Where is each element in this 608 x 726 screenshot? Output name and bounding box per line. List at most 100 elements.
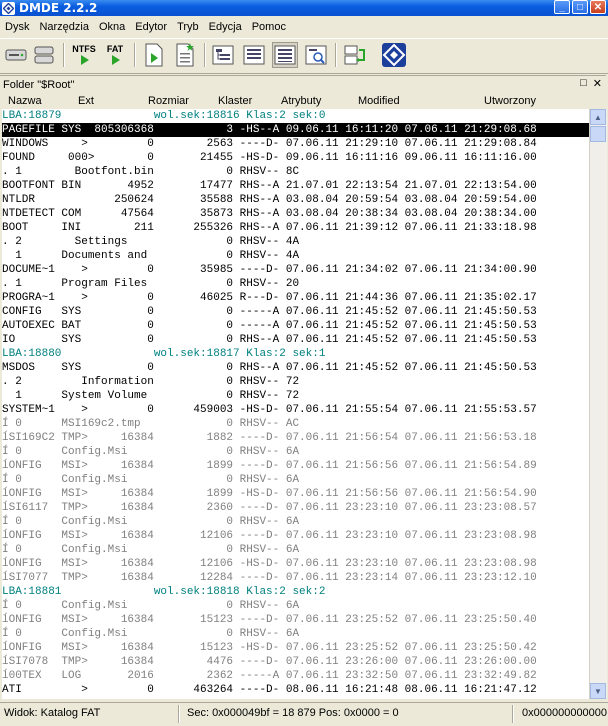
table-row[interactable]: ĺSI7078 TMP> 16384 4476 ----D- 07.06.11 … [2,655,589,669]
search-list-icon [305,45,327,65]
lba-header-row[interactable]: LBA:18881 wol.sek:18818 Klas:2 sek:2 [2,585,589,599]
fat-label: FAT [106,44,124,54]
document-play-icon [145,43,163,67]
table-row[interactable]: 1 Documents and 0 RHSV-- 4A [2,249,589,263]
column-header: Nazwa Ext Rozmiar Klaster Atrybuty Modif… [0,94,606,108]
table-row[interactable]: ĺONFIG MSI> 16384 15123 -HS-D- 07.06.11 … [2,641,589,655]
lba-header-row[interactable]: LBA:18879 wol.sek:18816 Klas:2 sek:0 [2,109,589,123]
new-document-button[interactable] [172,42,198,68]
col-name[interactable]: Nazwa [8,95,42,107]
vertical-scrollbar[interactable]: ▲ ▼ [589,109,607,699]
status-view: Widok: Katalog FAT [4,707,101,719]
status-bar: Widok: Katalog FAT Sec: 0x000049bf = 18 … [0,702,608,725]
close-pane-icon[interactable]: ✕ [593,77,602,90]
table-row[interactable]: ĺONFIG MSI> 16384 12106 ----D- 07.06.11 … [2,529,589,543]
col-attrs[interactable]: Atrybuty [281,95,321,107]
folder-title: Folder "$Root" [3,78,75,91]
table-row[interactable]: Í 0 Config.Msi 0 RHSV-- 6A [2,627,589,641]
play-icon [81,55,89,65]
table-row[interactable]: AUTOEXEC BAT 0 0 -----A 07.06.11 21:45:5… [2,319,589,333]
copy-files-icon [344,45,365,65]
table-row[interactable]: ĺSI169C2 TMP> 16384 1882 ----D- 07.06.11… [2,431,589,445]
document-star-icon [176,43,194,67]
fat-button[interactable]: FAT [102,42,128,68]
table-row[interactable]: ĺONFIG MSI> 16384 1899 -HS-D- 07.06.11 2… [2,487,589,501]
col-cluster[interactable]: Klaster [218,95,252,107]
table-row[interactable]: 1 System Volume 0 RHSV-- 72 [2,389,589,403]
table-row[interactable]: SYSTEM~1 > 0 459003 -HS-D- 07.06.11 21:5… [2,403,589,417]
table-row[interactable]: FOUND 000> 0 21455 -HS-D- 09.06.11 16:11… [2,151,589,165]
menu-edycja[interactable]: Edycja [204,21,247,33]
table-row[interactable]: Í 0 Config.Msi 0 RHSV-- 6A [2,543,589,557]
partitions-button[interactable] [32,42,56,68]
title-bar: DMDE 2.2.2 _ □ ✕ [0,0,608,16]
maximize-button[interactable]: □ [572,0,588,14]
table-row[interactable]: ĺSI6117 TMP> 16384 2360 ----D- 07.06.11 … [2,501,589,515]
table-row[interactable]: . 2 Settings 0 RHSV-- 4A [2,235,589,249]
table-row[interactable]: PAGEFILE SYS 805306368 3 -HS--A 09.06.11… [2,123,589,137]
folder-pane-header: Folder "$Root" □ ✕ [0,75,606,93]
scroll-up-icon[interactable]: ▲ [590,109,606,125]
close-button[interactable]: ✕ [590,0,606,14]
table-row[interactable]: Í 0 Config.Msi 0 RHSV-- 6A [2,473,589,487]
table-row[interactable]: PROGRA~1 > 0 46025 R---D- 07.06.11 21:44… [2,291,589,305]
drive-icon [5,49,27,61]
open-volume-button[interactable] [141,42,167,68]
dmde-logo-button[interactable] [380,42,408,68]
table-row[interactable]: ĺONFIG MSI> 16384 1899 ----D- 07.06.11 2… [2,459,589,473]
list-view-button[interactable] [241,42,267,68]
table-row[interactable]: . 2 Information 0 RHSV-- 72 [2,375,589,389]
copy-files-button[interactable] [342,42,368,68]
table-row[interactable]: MSDOS SYS 0 0 RHS--A 07.06.11 21:45:52 0… [2,361,589,375]
table-row[interactable]: WINDOWS > 0 2563 ----D- 07.06.11 21:29:1… [2,137,589,151]
table-row[interactable]: BOOT INI 211 255326 RHS--A 07.06.11 21:3… [2,221,589,235]
col-modified[interactable]: Modified [358,95,400,107]
table-row[interactable]: Í 0 Config.Msi 0 RHSV-- 6A [2,599,589,613]
table-row[interactable]: CONFIG SYS 0 0 -----A 07.06.11 21:45:52 … [2,305,589,319]
table-row[interactable]: ĺONFIG MSI> 16384 15123 ----D- 07.06.11 … [2,613,589,627]
table-row[interactable]: Í 0 Config.Msi 0 RHSV-- 6A [2,515,589,529]
partitions-icon [34,46,54,64]
restore-pane-icon[interactable]: □ [580,77,587,90]
table-row[interactable]: NTLDR 250624 35588 RHS--A 03.08.04 20:59… [2,193,589,207]
tree-view-button[interactable] [210,42,236,68]
drive-button[interactable] [4,42,28,68]
table-row[interactable]: ĺONFIG MSI> 16384 12106 -HS-D- 07.06.11 … [2,557,589,571]
list-view-icon [243,45,265,65]
table-row[interactable]: Í 0 MSI169c2.tmp 0 RHSV-- AC [2,417,589,431]
table-row[interactable]: . 1 Program Files 0 RHSV-- 20 [2,277,589,291]
col-size[interactable]: Rozmiar [148,95,189,107]
play-icon [112,55,120,65]
dmde-logo-icon [382,43,406,67]
table-row[interactable]: NTDETECT COM 47564 35873 RHS--A 03.08.04… [2,207,589,221]
scroll-down-icon[interactable]: ▼ [590,683,606,699]
table-row[interactable]: IO SYS 0 0 RHS--A 07.06.11 21:45:52 07.0… [2,333,589,347]
details-view-button[interactable] [272,42,298,68]
status-offset: 0x000000000000 [522,707,608,719]
toolbar: NTFS FAT [0,38,608,74]
table-row[interactable]: DOCUME~1 > 0 35985 ----D- 07.06.11 21:34… [2,263,589,277]
status-sector: Sec: 0x000049bf = 18 879 Pos: 0x0000 = 0 [187,707,399,719]
minimize-button[interactable]: _ [554,0,570,14]
table-row[interactable]: ATI > 0 463264 ----D- 08.06.11 16:21:48 … [2,683,589,697]
table-row[interactable]: Í 0 Config.Msi 0 RHSV-- 6A [2,445,589,459]
details-view-icon [274,45,296,65]
table-row[interactable]: BOOTFONT BIN 4952 17477 RHS--A 21.07.01 … [2,179,589,193]
col-ext[interactable]: Ext [78,95,94,107]
search-view-button[interactable] [303,42,329,68]
menu-okna[interactable]: Okna [94,21,130,33]
menu-edytor[interactable]: Edytor [130,21,172,33]
table-row[interactable]: . 1 Bootfont.bin 0 RHSV-- 8C [2,165,589,179]
menu-narzedzia[interactable]: Narzędzia [34,21,94,33]
menu-pomoc[interactable]: Pomoc [247,21,291,33]
file-list[interactable]: LBA:18879 wol.sek:18816 Klas:2 sek:0 PAGE… [2,109,589,699]
menu-tryb[interactable]: Tryb [172,21,204,33]
menu-bar: Dysk Narzędzia Okna Edytor Tryb Edycja P… [0,17,608,37]
ntfs-button[interactable]: NTFS [70,42,98,68]
lba-header-row[interactable]: LBA:18880 wol.sek:18817 Klas:2 sek:1 [2,347,589,361]
col-created[interactable]: Utworzony [484,95,536,107]
table-row[interactable]: ĺ00TEX LOG 2016 2362 -----A 07.06.11 23:… [2,669,589,683]
scroll-thumb[interactable] [590,126,606,142]
table-row[interactable]: ĺSI7077 TMP> 16384 12284 ----D- 07.06.11… [2,571,589,585]
menu-dysk[interactable]: Dysk [0,21,34,33]
